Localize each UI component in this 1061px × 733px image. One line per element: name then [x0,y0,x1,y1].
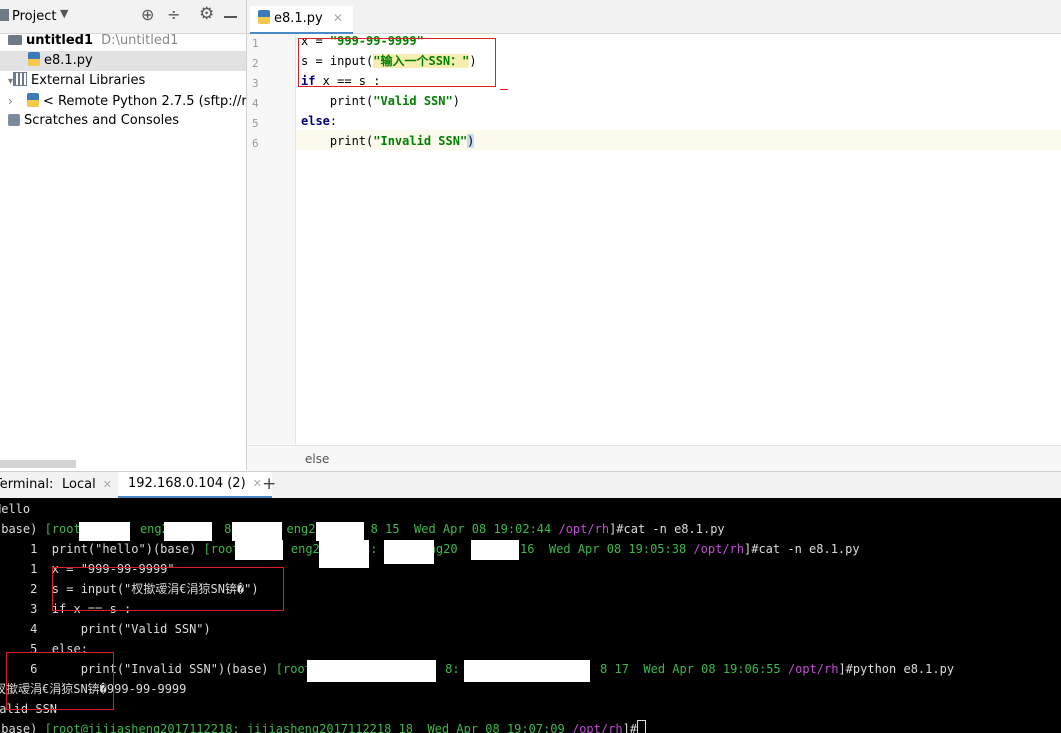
code-text: print( [301,94,374,108]
terminal-cursor [637,720,647,733]
term-prompt: 8 15 Wed Apr 08 19:02:44 [370,522,559,536]
collapse-all-icon[interactable]: ÷ [167,5,180,24]
redaction-block [384,540,434,564]
term-prompt: 8 16 Wed Apr 08 19:05:38 [505,542,694,556]
redaction-block [232,522,282,541]
tree-item-untitled1[interactable]: untitled1 D:\untitled1 [0,31,246,51]
tree-item-label: untitled1 [26,33,94,48]
term-path: /opt/rh [787,662,839,676]
redaction-block [79,522,130,541]
horizontal-scrollbar[interactable] [0,460,76,468]
tree-item-label: External Libraries [31,73,146,88]
breadcrumb-item[interactable]: else [305,452,329,466]
tree-item-scratches[interactable]: Scratches and Consoles [0,111,246,131]
term-path: /opt/rh [558,522,610,536]
term-command: ]#python e8.1.py [838,662,955,676]
terminal-tab-bar: Terminal: Local ✕ 192.168.0.104 (2) ✕ + [0,471,1061,500]
terminal-line: Hello [0,502,31,516]
close-icon[interactable]: ✕ [103,478,112,491]
term-text: (base) [0,722,38,733]
tab-label: e8.1.py [274,11,323,26]
close-icon[interactable]: ✕ [333,11,343,25]
project-title[interactable]: Project [12,9,56,24]
python-icon [26,93,39,107]
locate-icon[interactable]: ⊕ [141,5,154,24]
terminal-output[interactable]: Hello (base) [root@eng208:eng208 15 Wed … [0,498,1061,733]
term-path: /opt/rh [693,542,744,556]
line-number: 6 [252,137,259,150]
redaction-block [316,522,364,541]
close-icon[interactable]: ✕ [253,477,262,490]
redaction-block [464,660,590,682]
code-text: ) [452,94,460,108]
term-command: ]# [622,722,638,733]
tab-local[interactable]: Local ✕ [62,477,112,492]
line-number: 3 [252,77,259,90]
line-number: 1 [252,37,259,50]
term-prompt: [root@jijiasheng2017112218: jijiasheng20… [44,722,572,733]
error-mark [500,89,508,90]
code-line[interactable]: print("Invalid SSN") [301,131,475,151]
redaction-block [235,540,283,560]
scratches-icon [8,114,20,126]
add-terminal-button[interactable]: + [262,474,276,494]
line-number: 4 [252,97,259,110]
code-text: print( [301,134,374,148]
redaction-block [164,522,212,541]
term-text: (base) [0,522,38,536]
chevron-down-icon[interactable]: ▼ [60,7,68,20]
line-number: 2 [252,57,259,70]
code-string: "Valid SSN" [373,94,453,108]
tree-item-label: e8.1.py [44,53,93,68]
annotation-box [52,567,284,611]
annotation-box [6,652,114,710]
tree-item-remote-python[interactable]: › < Remote Python 2.7.5 (sftp://root [0,91,246,111]
terminal-line: (base) [root@jijiasheng2017112218: jijia… [0,719,647,733]
minimize-icon[interactable] [224,16,237,18]
terminal-label: Terminal: [0,477,54,492]
line-number: 5 [252,117,259,130]
python-file-icon [28,52,40,66]
code-line[interactable]: print("Valid SSN") [301,91,460,111]
code-text: ) [467,134,475,148]
tree-item-path: D:\untitled1 [101,33,179,48]
library-icon [13,72,28,86]
code-text: : [329,114,338,128]
redaction-block [471,540,519,560]
term-path: /opt/rh [571,722,623,733]
code-string: "Invalid SSN" [373,134,468,148]
gear-icon[interactable]: ⚙ [199,4,214,24]
tree-item-e81[interactable]: e8.1.py [0,51,246,71]
term-command: ]#cat -n e8.1.py [609,522,725,536]
tab-label: Local [62,477,96,492]
code-keyword: else [301,114,330,128]
term-command: ]#cat -n e8.1.py [744,542,860,556]
redaction-block [319,540,369,568]
tree-item-external-libraries[interactable]: ▾ External Libraries [0,71,246,91]
tab-label: 192.168.0.104 (2) [128,476,246,491]
editor-tab-bar [247,0,1061,34]
annotation-box [298,38,496,87]
tree-item-label: < Remote Python 2.7.5 (sftp://root [42,94,246,109]
term-prompt: 8 17 Wed Apr 08 19:06:55 [600,662,788,676]
line-gutter [247,34,296,444]
breadcrumb: else [247,445,1061,471]
redaction-block [307,660,436,682]
code-line[interactable]: else: [301,111,337,131]
terminal-line: 4 print("Valid SSN") [0,622,211,636]
tab-remote-session[interactable]: 192.168.0.104 (2) ✕ [118,472,272,499]
project-icon [0,9,9,21]
folder-icon [8,35,22,45]
chevron-right-icon[interactable]: › [8,94,13,108]
project-toolbar: Project ▼ ⊕ ÷ ⚙ [0,0,246,34]
python-file-icon [258,10,270,24]
term-text: 1 print("hello")(base) [0,542,204,556]
tree-item-label: Scratches and Consoles [24,113,180,128]
